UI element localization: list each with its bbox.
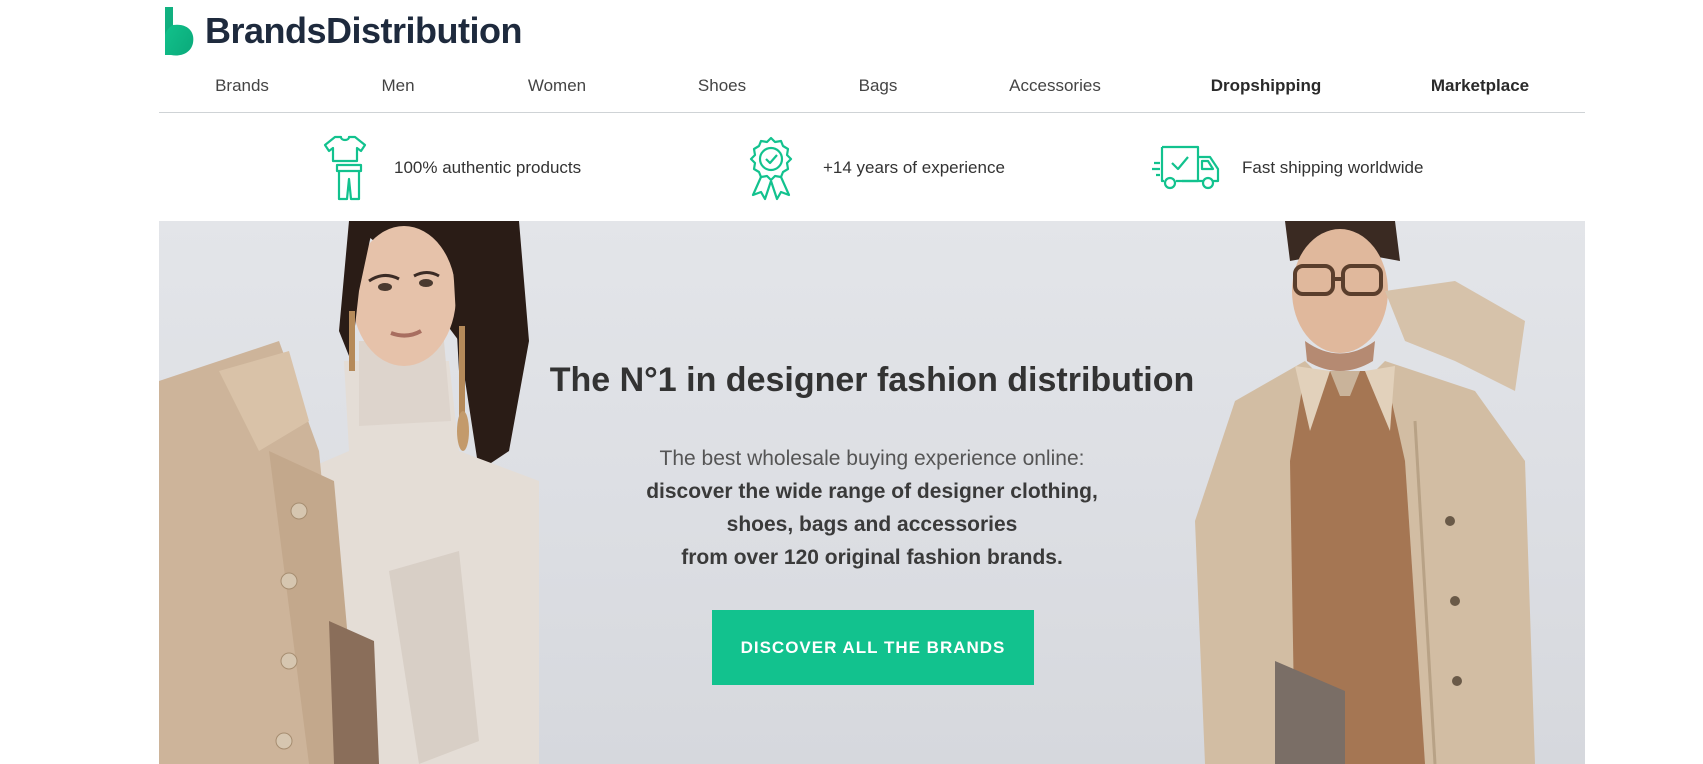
nav-item-men[interactable]: Men [381, 76, 414, 96]
award-badge-icon [749, 136, 793, 201]
feature-experience: +14 years of experience [745, 133, 1005, 203]
main-navigation: Brands Men Women Shoes Bags Accessories … [159, 62, 1585, 113]
clothing-icon [323, 135, 367, 201]
discover-brands-button[interactable]: DISCOVER ALL THE BRANDS [712, 610, 1034, 685]
nav-item-shoes[interactable]: Shoes [698, 76, 746, 96]
hero-line-2: discover the wide range of designer clot… [646, 480, 1098, 503]
hero-banner: The N°1 in designer fashion distribution… [159, 221, 1585, 764]
hero-description: The best wholesale buying experience onl… [159, 442, 1585, 574]
brand-name: BrandsDistribution [205, 10, 523, 51]
nav-item-marketplace[interactable]: Marketplace [1431, 76, 1529, 96]
brand-logo-icon [165, 7, 194, 56]
feature-authentic: 100% authentic products [321, 133, 581, 203]
brand-logo-link[interactable]: BrandsDistribution [163, 5, 523, 57]
delivery-truck-icon [1152, 145, 1220, 190]
hero-line-3: shoes, bags and accessories [726, 513, 1018, 536]
hero-line-4: from over 120 original fashion brands. [681, 546, 1063, 569]
nav-item-women[interactable]: Women [528, 76, 586, 96]
nav-item-accessories[interactable]: Accessories [1009, 76, 1101, 96]
feature-text-shipping: Fast shipping worldwide [1242, 158, 1424, 177]
hero-title: The N°1 in designer fashion distribution [549, 361, 1195, 399]
nav-item-dropshipping[interactable]: Dropshipping [1211, 76, 1321, 96]
feature-text-experience: +14 years of experience [823, 158, 1005, 177]
hero-line-1: The best wholesale buying experience onl… [659, 447, 1085, 470]
nav-item-brands[interactable]: Brands [215, 76, 269, 96]
site-header: BrandsDistribution [159, 0, 1585, 62]
features-bar: 100% authentic products +14 years of exp… [159, 113, 1585, 220]
feature-shipping: Fast shipping worldwide [1152, 133, 1423, 203]
nav-item-bags[interactable]: Bags [859, 76, 898, 96]
feature-text-authentic: 100% authentic products [394, 158, 582, 177]
